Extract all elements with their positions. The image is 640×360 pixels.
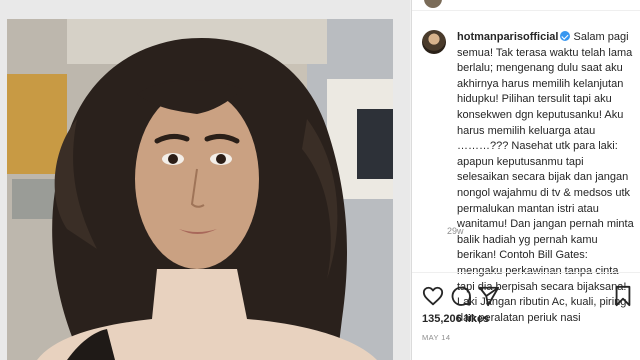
heart-icon[interactable] [422, 285, 444, 307]
post-sidebar: hotmanparisofficial Salam pagi semua! Ta… [411, 0, 640, 360]
bookmark-icon[interactable] [612, 285, 634, 307]
likes-count[interactable]: 135,206 likes [422, 313, 489, 325]
avatar[interactable] [422, 30, 446, 54]
action-bar [412, 272, 640, 317]
paper-plane-icon[interactable] [478, 285, 500, 307]
username-link[interactable]: hotmanparisofficial [457, 31, 558, 43]
verified-badge-icon [560, 31, 571, 41]
header-strip [412, 0, 640, 11]
post-photo[interactable] [7, 19, 393, 360]
post-age[interactable]: 29w [447, 226, 464, 236]
post-date[interactable]: MAY 14 [422, 333, 450, 342]
header-avatar[interactable] [424, 0, 442, 8]
post-media-area [0, 0, 410, 360]
comment-bubble-icon[interactable] [450, 285, 472, 307]
portrait-image [7, 19, 393, 360]
